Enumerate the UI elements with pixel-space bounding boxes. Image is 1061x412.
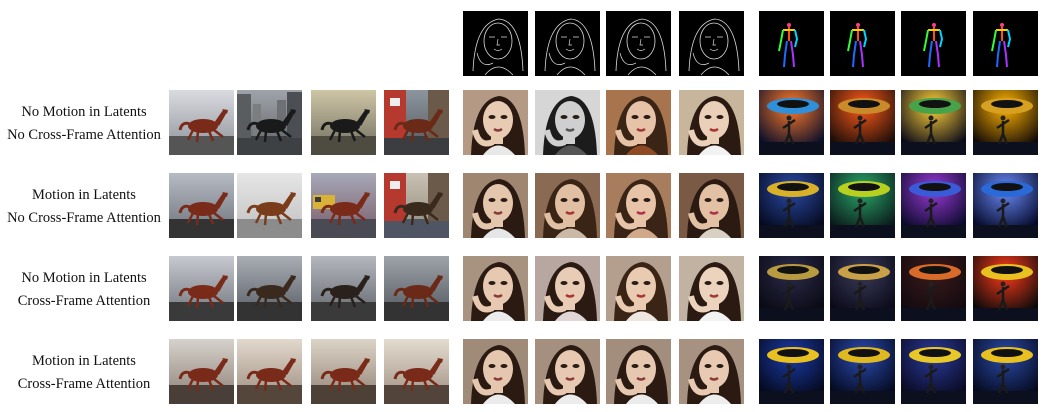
dancer-r4-f3: [901, 339, 966, 404]
dancer-r1-f4: [973, 90, 1038, 155]
portrait-r3-f1: [463, 256, 528, 321]
row-label-line1: No Motion in Latents: [21, 104, 147, 120]
horse-r4-f1: [169, 339, 234, 404]
portrait-r2-f1: [463, 173, 528, 238]
condition-sketch-frame-2: [535, 11, 600, 76]
condition-pose-frame-1: [759, 11, 824, 76]
dancer-r3-f3: [901, 256, 966, 321]
horse-r4-f4: [384, 339, 449, 404]
portrait-r2-f4: [679, 173, 744, 238]
row-label-line1: Motion in Latents: [32, 187, 136, 203]
dancer-r1-f2: [830, 90, 895, 155]
portrait-r1-f1: [463, 90, 528, 155]
dancer-r3-f4: [973, 256, 1038, 321]
condition-sketch-frame-3: [606, 11, 671, 76]
row-label-line1: No Motion in Latents: [21, 270, 147, 286]
horse-r3-f3: [311, 256, 376, 321]
dancer-r1-f3: [901, 90, 966, 155]
row-label-3: No Motion in Latents Cross-Frame Attentio…: [0, 270, 168, 310]
dancer-r4-f2: [830, 339, 895, 404]
condition-pose-frame-4: [973, 11, 1038, 76]
horse-r4-f2: [237, 339, 302, 404]
portrait-r4-f2: [535, 339, 600, 404]
row-label-2: Motion in Latents No Cross-Frame Attentio…: [0, 187, 168, 227]
portrait-r4-f3: [606, 339, 671, 404]
condition-pose-frame-2: [830, 11, 895, 76]
horse-r3-f2: [237, 256, 302, 321]
dancer-r3-f1: [759, 256, 824, 321]
condition-pose-frame-3: [901, 11, 966, 76]
horse-r3-f4: [384, 256, 449, 321]
dancer-r1-f1: [759, 90, 824, 155]
horse-r2-f1: [169, 173, 234, 238]
row-label-line2: Cross-Frame Attention: [17, 376, 151, 392]
dancer-r4-f4: [973, 339, 1038, 404]
horse-r4-f3: [311, 339, 376, 404]
horse-r1-f1: [169, 90, 234, 155]
horse-r2-f2: [237, 173, 302, 238]
dancer-r2-f4: [973, 173, 1038, 238]
row-label-1: No Motion in Latents No Cross-Frame Atten…: [0, 104, 168, 144]
row-label-line2: No Cross-Frame Attention: [7, 127, 161, 143]
dancer-r4-f1: [759, 339, 824, 404]
dancer-r3-f2: [830, 256, 895, 321]
row-label-line2: No Cross-Frame Attention: [7, 210, 161, 226]
portrait-r1-f2: [535, 90, 600, 155]
portrait-r1-f4: [679, 90, 744, 155]
dancer-r2-f2: [830, 173, 895, 238]
portrait-r3-f2: [535, 256, 600, 321]
dancer-r2-f1: [759, 173, 824, 238]
horse-r3-f1: [169, 256, 234, 321]
portrait-r2-f2: [535, 173, 600, 238]
horse-r1-f4: [384, 90, 449, 155]
portrait-r4-f4: [679, 339, 744, 404]
horse-r2-f4: [384, 173, 449, 238]
row-label-4: Motion in Latents Cross-Frame Attention: [0, 353, 168, 393]
dancer-r2-f3: [901, 173, 966, 238]
row-label-line1: Motion in Latents: [32, 353, 136, 369]
portrait-r4-f1: [463, 339, 528, 404]
horse-r1-f3: [311, 90, 376, 155]
portrait-r3-f3: [606, 256, 671, 321]
portrait-r1-f3: [606, 90, 671, 155]
condition-sketch-frame-1: [463, 11, 528, 76]
portrait-r3-f4: [679, 256, 744, 321]
horse-r2-f3: [311, 173, 376, 238]
row-label-line2: Cross-Frame Attention: [17, 293, 151, 309]
condition-sketch-frame-4: [679, 11, 744, 76]
portrait-r2-f3: [606, 173, 671, 238]
horse-r1-f2: [237, 90, 302, 155]
